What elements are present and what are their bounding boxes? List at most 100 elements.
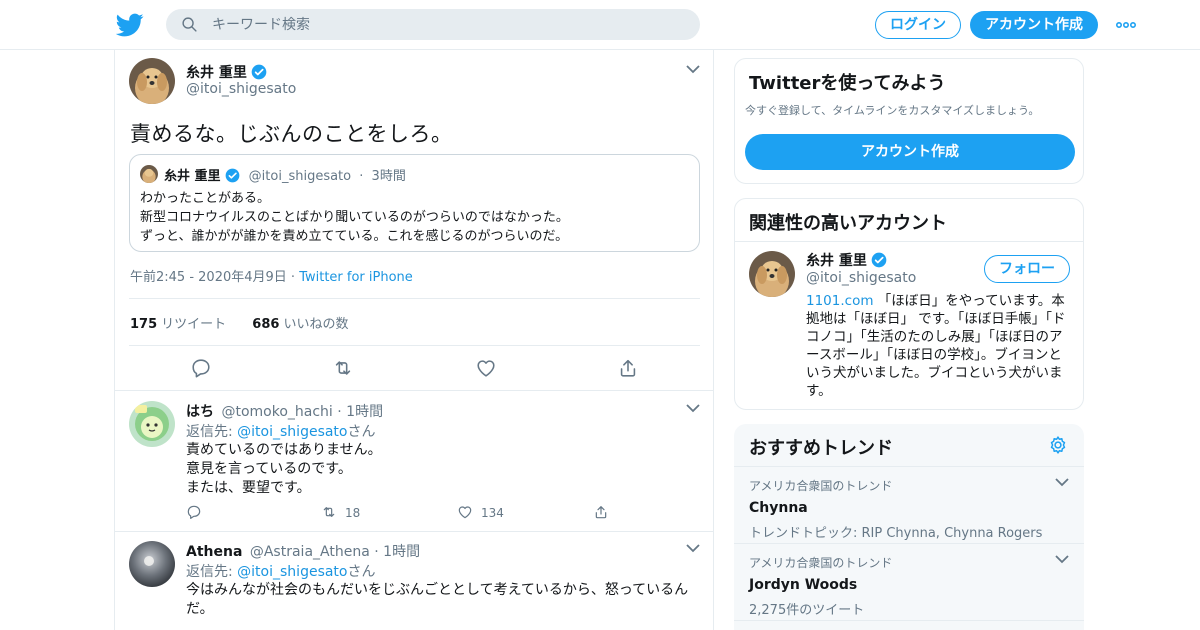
trend-meta: 2,275件のツイート — [749, 603, 865, 618]
reply-time[interactable]: 1時間 — [346, 404, 383, 420]
trend-meta: トレンドトピック: RIP Chynna, Chynna Rogers — [749, 526, 1043, 541]
trend-context: アメリカ合衆国のトレンド — [749, 479, 893, 493]
trend-item[interactable]: アメリカ合衆国のトレンド Jordyn Woods 2,275件のツイート — [749, 554, 1069, 618]
share-icon[interactable] — [617, 357, 639, 379]
top-bar: ログイン アカウント作成 — [0, 0, 1200, 50]
separator-dot: · — [337, 404, 347, 420]
quoted-tweet[interactable]: 糸井 重里 @itoi_shigesato · 3時間 わかったことがある。 新… — [129, 154, 700, 252]
related-accounts-title: 関連性の高いアカウント — [749, 213, 947, 234]
more-options-icon[interactable] — [1115, 15, 1137, 35]
retweet-icon[interactable] — [332, 357, 354, 379]
separator-dot: · — [359, 169, 364, 184]
tweet-stats: 175 リツイート 686 いいねの数 — [130, 313, 348, 332]
reply-tweet[interactable]: Athena @Astraia_Athena · 1時間 返信先: @itoi_… — [115, 531, 713, 630]
divider — [734, 543, 1084, 544]
chevron-down-icon[interactable] — [686, 64, 700, 74]
chevron-down-icon[interactable] — [1055, 554, 1069, 564]
tweet-source-link[interactable]: Twitter for iPhone — [299, 270, 413, 285]
verified-badge-icon — [871, 252, 887, 268]
follow-button[interactable]: フォロー — [984, 255, 1070, 283]
reply-author-name[interactable]: はち — [186, 404, 214, 420]
quoted-line: 新型コロナウイルスのことばかり聞いているのがつらいのではなかった。 — [140, 210, 569, 225]
reply-to-suffix: さん — [347, 564, 376, 580]
quoted-author-handle: @itoi_shigesato — [248, 169, 352, 184]
quoted-line: わかったことがある。 — [140, 191, 271, 206]
tweet-actions — [115, 357, 713, 381]
reply-time[interactable]: 1時間 — [383, 544, 420, 560]
trend-item[interactable]: アメリカ合衆国のトレンド Chynna トレンドトピック: RIP Chynna… — [749, 477, 1069, 541]
twitter-bird-icon[interactable] — [116, 11, 144, 39]
reply-tweet[interactable]: はち @tomoko_hachi · 1時間 返信先: @itoi_shiges… — [115, 391, 713, 532]
chevron-down-icon[interactable] — [686, 543, 700, 553]
gear-icon[interactable] — [1048, 435, 1068, 455]
reply-retweet-count: 18 — [345, 506, 361, 520]
reply-actions: 18 134 — [186, 504, 636, 522]
quoted-header: 糸井 重里 @itoi_shigesato · 3時間 — [164, 165, 406, 184]
reply-line: 意見を言っているのです。 — [186, 461, 352, 477]
retweet-label: リツイート — [161, 317, 227, 332]
reply-to-prefix: 返信先: — [186, 564, 238, 580]
related-account-name-row: 糸井 重里 — [806, 250, 887, 270]
reply-like-count: 134 — [481, 506, 504, 520]
tweet-column: 糸井 重里 @itoi_shigesato 責めるな。じぶんのことをしろ。 糸井… — [114, 50, 714, 630]
like-stat[interactable]: 686 いいねの数 — [252, 317, 348, 332]
retweet-button[interactable]: 18 — [321, 504, 360, 522]
quoted-time: 3時間 — [371, 169, 406, 184]
login-button[interactable]: ログイン — [875, 11, 961, 39]
signup-card-description: 今すぐ登録して、タイムラインをカスタマイズしましょう。 — [745, 104, 1040, 117]
reply-to-link[interactable]: @itoi_shigesato — [237, 424, 347, 440]
avatar[interactable] — [129, 401, 175, 447]
bio-link[interactable]: 1101.com — [806, 293, 873, 309]
tweet-meta: 午前2:45 - 2020年4月9日 · Twitter for iPhone — [130, 266, 413, 285]
chevron-down-icon[interactable] — [1055, 477, 1069, 487]
trend-name: Jordyn Woods — [749, 577, 858, 593]
share-button[interactable] — [593, 504, 609, 522]
verified-badge-icon — [225, 168, 239, 183]
reply-line: 今はみんなが社会のもんだいをじぶんごととして考えているから、怒っているんだ。 — [186, 582, 689, 617]
reply-author-handle[interactable]: @Astraia_Athena — [250, 544, 370, 560]
reply-button[interactable] — [186, 504, 202, 522]
signup-button[interactable]: アカウント作成 — [970, 11, 1098, 39]
trend-name: Chynna — [749, 500, 808, 516]
separator-dot: · — [374, 544, 384, 560]
reply-line: または、要望です。 — [186, 480, 311, 496]
related-account-handle[interactable]: @itoi_shigesato — [806, 270, 916, 286]
related-account-bio: 1101.com 「ほぼ日」をやっています。本拠地は「ほぼ日」 です。「ほぼ日手… — [806, 292, 1072, 400]
search-input[interactable] — [212, 14, 682, 35]
reply-header: Athena @Astraia_Athena · 1時間 — [186, 541, 420, 561]
like-icon — [458, 506, 472, 519]
reply-icon[interactable] — [190, 357, 212, 379]
retweet-stat[interactable]: 175 リツイート — [130, 317, 226, 332]
retweet-icon — [323, 507, 335, 517]
share-icon — [595, 506, 607, 519]
divider — [735, 241, 1083, 242]
like-icon[interactable] — [475, 357, 497, 379]
reply-to-link[interactable]: @itoi_shigesato — [237, 564, 347, 580]
reply-header: はち @tomoko_hachi · 1時間 — [186, 401, 383, 421]
author-name-row: 糸井 重里 — [186, 62, 267, 82]
quoted-author-name: 糸井 重里 — [164, 169, 221, 184]
like-button[interactable]: 134 — [457, 504, 504, 522]
reply-author-handle[interactable]: @tomoko_hachi — [221, 404, 332, 420]
author-handle[interactable]: @itoi_shigesato — [186, 81, 296, 97]
signup-card-title: Twitterを使ってみよう — [749, 73, 946, 94]
reply-to-prefix: 返信先: — [186, 424, 238, 440]
related-account-name[interactable]: 糸井 重里 — [806, 253, 867, 269]
related-accounts-card: 関連性の高いアカウント 糸井 重里 @itoi_shigesato フォロー 1… — [734, 198, 1084, 410]
signup-card: Twitterを使ってみよう 今すぐ登録して、タイムラインをカスタマイズしましょ… — [734, 58, 1084, 184]
separator-dot: · — [290, 270, 300, 285]
avatar[interactable] — [749, 251, 795, 297]
tweet-timestamp[interactable]: 午前2:45 - 2020年4月9日 — [130, 270, 287, 285]
reply-to-suffix: さん — [347, 424, 376, 440]
divider — [734, 620, 1084, 621]
reply-to-line: 返信先: @itoi_shigesatoさん — [186, 421, 376, 441]
reply-to-line: 返信先: @itoi_shigesatoさん — [186, 561, 376, 581]
avatar[interactable] — [129, 541, 175, 587]
author-name[interactable]: 糸井 重里 — [186, 65, 247, 81]
divider — [129, 345, 700, 346]
trends-card: おすすめトレンド アメリカ合衆国のトレンド Chynna トレンドトピック: R… — [734, 424, 1084, 630]
signup-card-button[interactable]: アカウント作成 — [745, 134, 1075, 170]
reply-author-name[interactable]: Athena — [186, 544, 242, 560]
chevron-down-icon[interactable] — [686, 403, 700, 413]
avatar[interactable] — [129, 58, 175, 104]
